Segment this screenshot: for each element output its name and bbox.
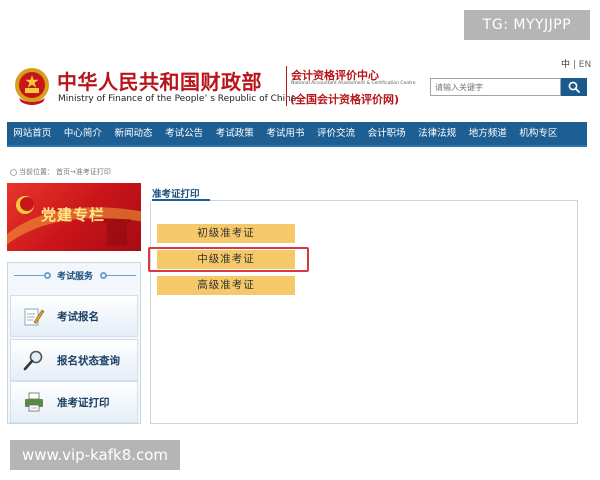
main-nav: 网站首页 中心简介 新闻动态 考试公告 考试政策 考试用书 评价交流 会计职场 … — [7, 122, 587, 147]
banner-label: 党建专栏 — [41, 206, 106, 224]
center-subtitle: (全国会计资格评价网) — [290, 93, 400, 106]
lang-en-link[interactable]: EN — [579, 60, 591, 70]
search-button[interactable] — [561, 78, 587, 96]
printer-icon — [25, 392, 43, 412]
ministry-english-title: Ministry of Finance of the People’ s Rep… — [58, 94, 297, 104]
service-item-label: 报名状态查询 — [57, 354, 120, 367]
location-icon — [10, 168, 17, 176]
center-english-title: National Accountant Assessment & Certifi… — [291, 81, 416, 86]
nav-item-law[interactable]: 法律法规 — [412, 121, 463, 146]
nav-item-about[interactable]: 中心简介 — [58, 121, 109, 146]
service-item-print-admission[interactable]: 准考证打印 — [10, 381, 138, 423]
nav-item-books[interactable]: 考试用书 — [260, 121, 311, 146]
party-building-banner[interactable]: 党建专栏 — [7, 183, 141, 251]
nav-item-career[interactable]: 会计职场 — [361, 121, 412, 146]
nav-item-home[interactable]: 网站首页 — [7, 121, 58, 146]
lang-zh-link[interactable]: 中 — [561, 60, 570, 70]
ministry-title: 中华人民共和国财政部 — [57, 70, 262, 94]
breadcrumb-path[interactable]: 首页→准考证打印 — [56, 167, 111, 177]
senior-admission-ticket-button[interactable]: 高级准考证 — [157, 276, 295, 295]
search-input[interactable] — [430, 78, 561, 96]
lang-separator: | — [570, 60, 579, 70]
url-watermark: www.vip-kafk8.com — [10, 440, 180, 470]
service-item-label: 准考证打印 — [57, 396, 110, 409]
registration-pencil-icon — [24, 308, 45, 326]
tg-watermark: TG: MYYJJPP — [464, 10, 590, 40]
service-item-status-query[interactable]: 报名状态查询 — [10, 339, 138, 381]
intermediate-admission-ticket-button[interactable]: 中级准考证 — [157, 250, 295, 269]
nav-item-policy[interactable]: 考试政策 — [209, 121, 260, 146]
service-item-registration[interactable]: 考试报名 — [10, 295, 138, 337]
nav-item-institutions[interactable]: 机构专区 — [513, 121, 564, 146]
service-title-bar: 考试服务 — [8, 263, 142, 289]
language-switch: 中 | EN — [561, 57, 591, 70]
nav-item-exchange[interactable]: 评价交流 — [311, 121, 362, 146]
service-title: 考试服务 — [56, 272, 93, 282]
nav-item-news[interactable]: 新闻动态 — [108, 121, 159, 146]
service-item-label: 考试报名 — [57, 310, 99, 323]
panel-tab-print[interactable]: 准考证打印 — [152, 186, 200, 200]
national-emblem-icon — [15, 68, 49, 105]
nav-item-local[interactable]: 地方频道 — [462, 121, 513, 146]
breadcrumb: 当前位置： 首页→准考证打印 — [10, 167, 111, 177]
exam-service-panel: 考试服务 考试报名 报名状态查询 准考证打印 — [7, 262, 141, 424]
breadcrumb-prefix: 当前位置： — [19, 168, 54, 176]
logo-divider — [286, 66, 287, 106]
search-icon — [568, 81, 580, 93]
nav-item-announcements[interactable]: 考试公告 — [159, 121, 210, 146]
magnifier-icon — [23, 350, 43, 371]
primary-admission-ticket-button[interactable]: 初级准考证 — [157, 224, 295, 243]
